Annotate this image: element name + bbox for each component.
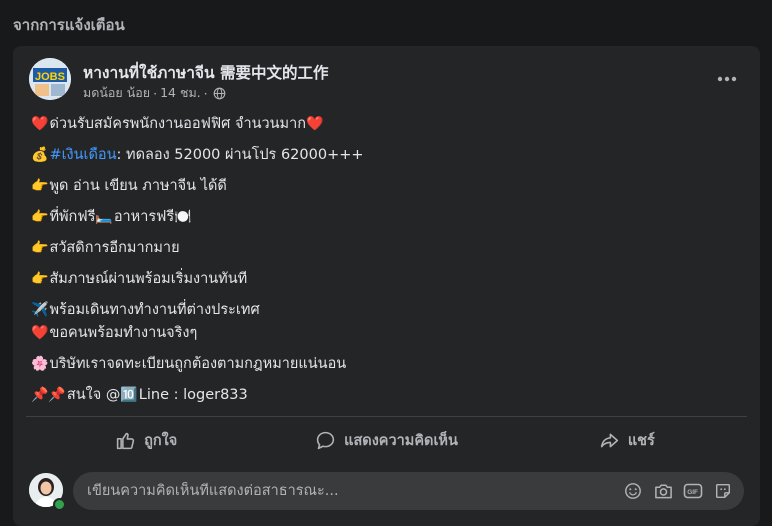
post-line: 👉 สัมภาษณ์ผ่านพร้อมเริ่มงานทันที — [31, 269, 742, 289]
post-header: JOBS หางานที่ใช้ภาษาจีน 需要中文的工作 มดน้อย น… — [29, 58, 744, 104]
post-author-sub[interactable]: มดน้อย น้อย — [83, 83, 150, 103]
post-line: 👉 ที่พักฟรี 🛏️ อาหารฟรี 🍽️ — [31, 207, 742, 227]
page-avatar[interactable]: JOBS — [29, 58, 71, 100]
post-line: ❤️ ขอคนพร้อมทำงานจริงๆ — [31, 323, 742, 343]
meta-separator: · — [153, 85, 158, 101]
hashtag-link[interactable]: #เงินเดือน — [49, 145, 116, 165]
heart-emoji: ❤️ — [306, 116, 324, 132]
post-line-text: สวัสดิการอีกมากมาย — [49, 240, 180, 256]
svg-text:GIF: GIF — [687, 489, 698, 496]
pointing-hand-emoji: 👉 — [31, 178, 49, 194]
comment-bubble-icon — [316, 431, 335, 449]
post-time[interactable]: 14 ชม. — [160, 83, 201, 103]
like-button[interactable]: ถูกใจ — [26, 422, 266, 458]
comment-label: แสดงความคิดเห็น — [344, 432, 458, 449]
heart-emoji: ❤️ — [31, 325, 49, 341]
section-title: จากการแจ้งเตือน — [13, 16, 125, 34]
post-line-text-2: Line : loger833 — [138, 387, 248, 403]
post-line: ❤️ ด่วนรับสมัครพนักงานออฟฟิศ จำนวนมาก ❤️ — [31, 114, 742, 134]
heart-emoji: ❤️ — [31, 116, 49, 132]
actions-divider — [26, 416, 747, 417]
pointing-hand-emoji: 👉 — [31, 271, 49, 287]
share-arrow-icon — [600, 433, 618, 447]
globe-icon[interactable] — [213, 87, 226, 100]
post-line: 👉 พูด อ่าน เขียน ภาษาจีน ได้ดี — [31, 176, 742, 196]
pushpin-emoji: 📌📌 — [31, 387, 66, 403]
svg-text:JOBS: JOBS — [35, 71, 65, 83]
airplane-emoji: ✈️ — [31, 302, 49, 318]
pointing-hand-emoji: 👉 — [31, 209, 49, 225]
pointing-hand-emoji: 👉 — [31, 240, 49, 256]
post-line-text-2: อาหารฟรี — [113, 209, 175, 225]
post-line: 👉 สวัสดิการอีกมากมาย — [31, 238, 742, 258]
post-line-text: ขอคนพร้อมทำงานจริงๆ — [49, 325, 198, 341]
post-line: 📌📌 สนใจ @ 🔟 Line : loger833 — [31, 385, 742, 405]
post-line-text: พร้อมเดินทางทำงานที่ต่างประเทศ — [49, 302, 260, 318]
more-options-icon[interactable] — [710, 66, 744, 92]
sticker-icon[interactable] — [712, 480, 734, 502]
post-line: ✈️ พร้อมเดินทางทำงานที่ต่างประเทศ — [31, 300, 742, 320]
post-line-text: ที่พักฟรี — [49, 209, 96, 225]
post-line-text: บริษัทเราจดทะเบียนถูกต้องตามกฎหมายแน่นอน — [49, 356, 347, 372]
post-author[interactable]: หางานที่ใช้ภาษาจีน 需要中文的工作 — [83, 60, 329, 85]
post-line-text: พูด อ่าน เขียน ภาษาจีน ได้ดี — [49, 178, 227, 194]
post-line: 💰 #เงินเดือน : ทดลอง 52000 ผ่านโปร 62000… — [31, 145, 742, 165]
post-line-text: สัมภาษณ์ผ่านพร้อมเริ่มงานทันที — [49, 271, 248, 287]
keycap-ten-emoji: 🔟 — [120, 387, 138, 403]
post-actions: ถูกใจ แสดงความคิดเห็น แชร์ — [26, 422, 747, 458]
post-line-text: : ทดลอง 52000 ผ่านโปร 62000+++ — [116, 147, 364, 163]
blossom-emoji: 🌸 — [31, 356, 49, 372]
post-line-text: ด่วนรับสมัครพนักงานออฟฟิศ จำนวนมาก — [49, 116, 307, 132]
camera-icon[interactable] — [652, 480, 674, 502]
post-body: ❤️ ด่วนรับสมัครพนักงานออฟฟิศ จำนวนมาก ❤️… — [31, 114, 742, 405]
comment-tools: GIF — [622, 480, 744, 502]
thumbs-up-icon — [116, 432, 135, 449]
comment-input[interactable] — [73, 482, 622, 500]
share-button[interactable]: แชร์ — [507, 422, 747, 458]
bed-emoji: 🛏️ — [95, 209, 113, 225]
money-bag-emoji: 💰 — [31, 147, 49, 163]
emoji-icon[interactable] — [622, 480, 644, 502]
post-meta: มดน้อย น้อย · 14 ชม. · — [83, 83, 226, 103]
comment-box: GIF — [73, 472, 744, 510]
online-status-dot — [53, 498, 66, 511]
comment-button[interactable]: แสดงความคิดเห็น — [266, 422, 506, 458]
plate-emoji: 🍽️ — [174, 209, 192, 225]
post-line: 🌸 บริษัทเราจดทะเบียนถูกต้องตามกฎหมายแน่น… — [31, 354, 742, 374]
gif-icon[interactable]: GIF — [682, 480, 704, 502]
comment-row: GIF — [29, 470, 744, 511]
post-line-text: สนใจ @ — [66, 387, 121, 403]
share-label: แชร์ — [627, 432, 655, 449]
like-label: ถูกใจ — [144, 432, 178, 449]
meta-separator-2: · — [203, 85, 208, 101]
post-card: JOBS หางานที่ใช้ภาษาจีน 需要中文的工作 มดน้อย น… — [13, 46, 760, 526]
